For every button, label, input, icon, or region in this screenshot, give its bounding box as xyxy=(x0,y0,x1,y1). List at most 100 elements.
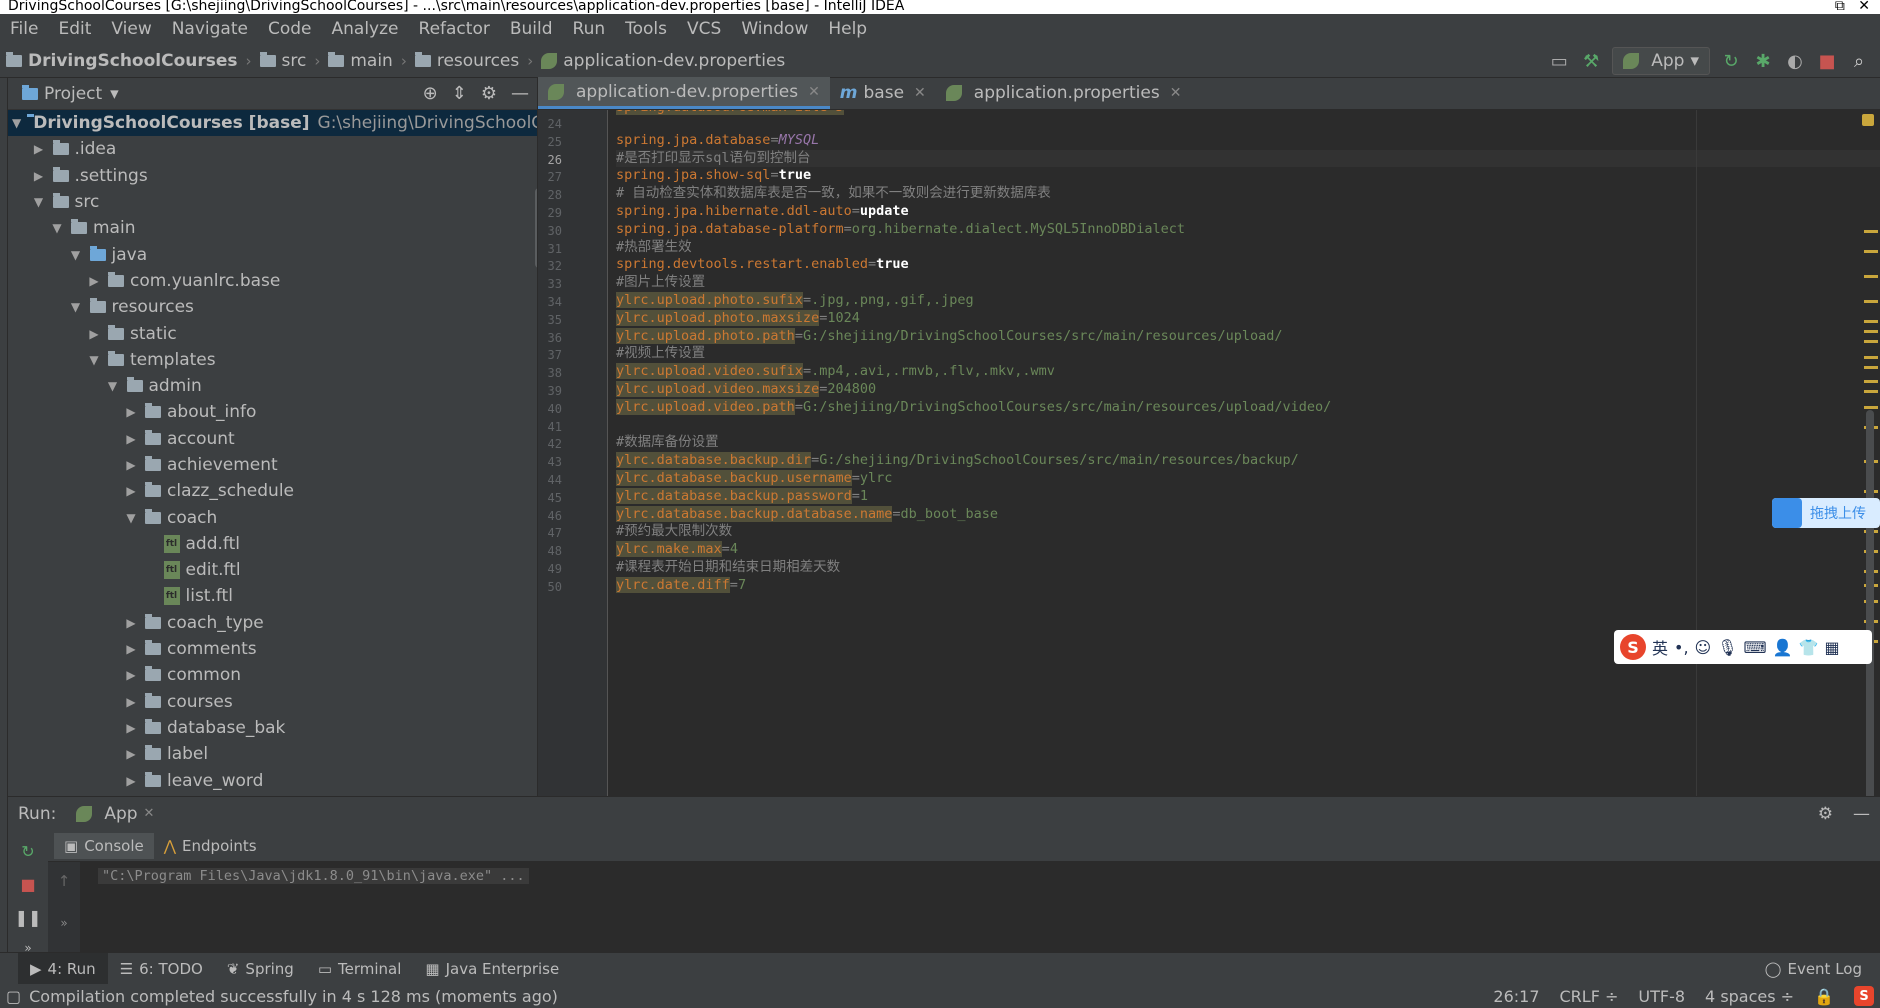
collapsed-arrow-icon[interactable]: ▶ xyxy=(123,747,139,761)
tree-item[interactable]: ▶ .settings xyxy=(8,163,537,189)
emoji-icon[interactable]: ☺ xyxy=(1695,638,1712,657)
tree-item[interactable]: ▼ java xyxy=(8,241,537,267)
menu-file[interactable]: File xyxy=(0,19,48,39)
warning-stripe[interactable] xyxy=(1864,390,1878,393)
expanded-arrow-icon[interactable]: ▼ xyxy=(68,248,84,262)
project-panel-title[interactable]: Project xyxy=(44,84,102,104)
file-encoding[interactable]: UTF-8 xyxy=(1638,987,1685,1006)
event-log-button[interactable]: ◯ Event Log xyxy=(1765,960,1862,978)
ime-mode-label[interactable]: 英 xyxy=(1652,635,1668,659)
warning-stripe[interactable] xyxy=(1864,406,1878,409)
locate-icon[interactable]: ⊕ xyxy=(423,83,438,104)
project-structure-icon[interactable]: ▭ xyxy=(1548,50,1570,72)
tree-item[interactable]: ▶ static xyxy=(8,320,537,346)
warning-stripe[interactable] xyxy=(1864,300,1878,303)
tree-item[interactable]: ▶ courses xyxy=(8,689,537,715)
minimize-icon[interactable]: — xyxy=(511,83,529,104)
tree-item[interactable]: ▶ .idea xyxy=(8,136,537,162)
menu-build[interactable]: Build xyxy=(500,19,563,39)
collapsed-arrow-icon[interactable]: ▶ xyxy=(31,142,47,156)
chevron-down-icon[interactable]: ▾ xyxy=(110,84,119,104)
expanded-arrow-icon[interactable]: ▼ xyxy=(86,353,102,367)
breadcrumb-src[interactable]: src xyxy=(254,51,313,71)
menu-run[interactable]: Run xyxy=(563,19,616,39)
lock-icon[interactable]: 🔒 xyxy=(1814,987,1834,1006)
menu-vcs[interactable]: VCS xyxy=(677,19,731,39)
scroll-up-icon[interactable]: ↑ xyxy=(48,872,80,890)
more-icon[interactable]: » xyxy=(48,916,80,930)
run-configuration-select[interactable]: App ▾ xyxy=(1612,47,1710,75)
menu-refactor[interactable]: Refactor xyxy=(409,19,500,39)
tree-item[interactable]: ▼ templates xyxy=(8,347,537,373)
rerun-icon[interactable]: ↻ xyxy=(1720,50,1742,72)
collapsed-arrow-icon[interactable]: ▶ xyxy=(123,616,139,630)
tree-item[interactable]: ▼ coach xyxy=(8,504,537,530)
breadcrumb-file[interactable]: application-dev.properties xyxy=(535,51,791,71)
tree-item[interactable]: ▼ admin xyxy=(8,373,537,399)
coverage-icon[interactable]: ◐ xyxy=(1784,50,1806,72)
skin-shirt-icon[interactable]: 👕 xyxy=(1799,638,1819,657)
gear-icon[interactable]: ⚙ xyxy=(1818,804,1833,824)
collapsed-arrow-icon[interactable]: ▶ xyxy=(86,274,102,288)
warning-stripe[interactable] xyxy=(1864,230,1878,233)
close-icon[interactable]: ✕ xyxy=(1170,85,1182,101)
collapsed-arrow-icon[interactable]: ▶ xyxy=(123,484,139,498)
menu-edit[interactable]: Edit xyxy=(48,19,101,39)
warning-stripe[interactable] xyxy=(1864,340,1878,343)
expanded-arrow-icon[interactable]: ▼ xyxy=(123,511,139,525)
build-hammer-icon[interactable]: ⚒ xyxy=(1580,50,1602,72)
expanded-arrow-icon[interactable]: ▼ xyxy=(105,379,121,393)
collapse-icon[interactable]: ⇕ xyxy=(452,83,467,104)
tree-item[interactable]: ▶ coach_type xyxy=(8,610,537,636)
tree-item[interactable]: ▼ DrivingSchoolCourses [base] G:\shejiing\… xyxy=(8,110,537,137)
tree-item[interactable]: ▶ leave_word xyxy=(8,767,537,793)
tree-item[interactable]: ftl list.ftl xyxy=(8,583,537,609)
run-tab-app[interactable]: App ✕ xyxy=(66,804,164,824)
close-icon[interactable]: ✕ xyxy=(914,85,926,101)
warning-stripe[interactable] xyxy=(1864,320,1878,323)
line-separator[interactable]: CRLF ÷ xyxy=(1560,987,1619,1006)
collapsed-arrow-icon[interactable]: ▶ xyxy=(123,668,139,682)
collapsed-arrow-icon[interactable]: ▶ xyxy=(123,642,139,656)
breadcrumb-resources[interactable]: resources xyxy=(409,51,525,71)
keyboard-icon[interactable]: ⌨ xyxy=(1744,638,1767,657)
collapsed-arrow-icon[interactable]: ▶ xyxy=(123,721,139,735)
collapsed-arrow-icon[interactable]: ▶ xyxy=(86,327,102,341)
collapsed-arrow-icon[interactable]: ▶ xyxy=(123,458,139,472)
status-message[interactable]: Compilation completed successfully in 4 … xyxy=(29,987,558,1006)
tree-item[interactable]: ▼ src xyxy=(8,189,537,215)
sogou-tray-icon[interactable]: S xyxy=(1854,986,1874,1006)
warning-stripe[interactable] xyxy=(1864,275,1878,278)
menu-help[interactable]: Help xyxy=(818,19,877,39)
debug-bug-icon[interactable]: ✱ xyxy=(1752,50,1774,72)
indent-setting[interactable]: 4 spaces ÷ xyxy=(1705,987,1794,1006)
close-icon[interactable]: ✕ xyxy=(144,806,155,821)
menu-window[interactable]: Window xyxy=(731,19,818,39)
close-icon[interactable]: ✕ xyxy=(808,84,820,100)
caret-position[interactable]: 26:17 xyxy=(1493,987,1539,1006)
collapsed-arrow-icon[interactable]: ▶ xyxy=(123,432,139,446)
status-toggle-icon[interactable]: ▢ xyxy=(6,987,21,1006)
code-editor[interactable]: 24 25 26 27 28 29 30 31 32 33 34 35 36 37 38 39 40 41 42 43… xyxy=(538,110,1880,796)
collapsed-arrow-icon[interactable]: ▶ xyxy=(123,695,139,709)
tab-console[interactable]: ▣ Console xyxy=(54,832,154,859)
bottom-tab-terminal[interactable]: ▭ Terminal xyxy=(306,960,414,978)
tree-item[interactable]: ▶ label xyxy=(8,741,537,767)
tab-application-properties[interactable]: application.properties ✕ xyxy=(936,77,1192,109)
expanded-arrow-icon[interactable]: ▼ xyxy=(12,116,21,130)
bottom-tab-spring[interactable]: ❦ Spring xyxy=(215,960,306,978)
collapsed-arrow-icon[interactable]: ▶ xyxy=(31,169,47,183)
warning-stripe[interactable] xyxy=(1864,250,1878,253)
bottom-tab-4-run[interactable]: ▶ 4: Run xyxy=(18,952,108,985)
warning-stripe[interactable] xyxy=(1864,330,1878,333)
warning-stripe[interactable] xyxy=(1864,380,1878,383)
rerun-icon[interactable]: ↻ xyxy=(21,842,34,861)
tree-item[interactable]: ftl add.ftl xyxy=(8,531,537,557)
collapsed-arrow-icon[interactable]: ▶ xyxy=(123,405,139,419)
stop-icon[interactable]: ■ xyxy=(20,875,35,894)
minimize-icon[interactable]: — xyxy=(1853,804,1870,824)
breadcrumb-main[interactable]: main xyxy=(322,51,398,71)
breadcrumb-project[interactable]: DrivingSchoolCourses xyxy=(0,51,244,71)
tree-item[interactable]: ▶ clazz_schedule xyxy=(8,478,537,504)
stop-icon[interactable]: ■ xyxy=(1816,50,1838,72)
